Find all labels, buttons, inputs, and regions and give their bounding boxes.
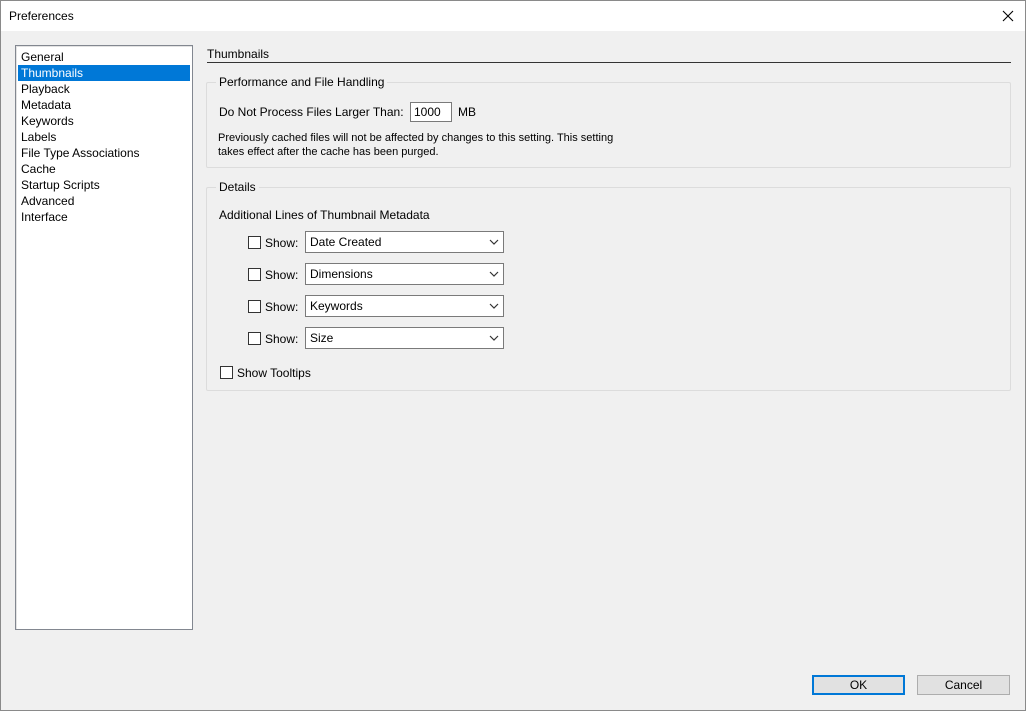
title-bar: Preferences (1, 1, 1025, 31)
sidebar-item-file-type-associations[interactable]: File Type Associations (18, 145, 190, 161)
chevron-down-icon (489, 271, 499, 277)
show-metadata-3-label: Show: (265, 300, 299, 314)
metadata-line-2-select[interactable]: Dimensions (305, 263, 504, 285)
show-metadata-1-label: Show: (265, 236, 299, 250)
ok-button[interactable]: OK (812, 675, 905, 695)
metadata-line-1-value: Date Created (310, 235, 382, 249)
metadata-lines-label: Additional Lines of Thumbnail Metadata (219, 208, 430, 222)
metadata-line-2-value: Dimensions (310, 267, 373, 281)
file-size-unit-label: MB (458, 105, 476, 119)
panel-title: Thumbnails (207, 47, 270, 61)
cache-note-line-1: Previously cached files will not be affe… (218, 132, 614, 144)
sidebar-item-interface[interactable]: Interface (18, 209, 190, 225)
close-button[interactable] (997, 6, 1019, 26)
chevron-down-icon (489, 303, 499, 309)
sidebar-item-startup-scripts[interactable]: Startup Scripts (18, 177, 190, 193)
file-size-limit-input[interactable] (410, 102, 452, 122)
details-group-legend: Details (216, 180, 259, 194)
sidebar-item-general[interactable]: General (18, 49, 190, 65)
show-metadata-3-checkbox[interactable] (248, 300, 261, 313)
cancel-button[interactable]: Cancel (917, 675, 1010, 695)
metadata-line-3-select[interactable]: Keywords (305, 295, 504, 317)
close-icon (1002, 10, 1014, 22)
window-title: Preferences (9, 9, 74, 23)
metadata-line-1-select[interactable]: Date Created (305, 231, 504, 253)
details-group: Details Additional Lines of Thumbnail Me… (206, 180, 1011, 391)
sidebar-item-metadata[interactable]: Metadata (18, 97, 190, 113)
category-list[interactable]: General Thumbnails Playback Metadata Key… (15, 45, 193, 630)
cache-note: Previously cached files will not be affe… (218, 131, 638, 159)
sidebar-item-advanced[interactable]: Advanced (18, 193, 190, 209)
sidebar-item-cache[interactable]: Cache (18, 161, 190, 177)
show-metadata-2-label: Show: (265, 268, 299, 282)
metadata-line-4-value: Size (310, 331, 334, 345)
sidebar-item-labels[interactable]: Labels (18, 129, 190, 145)
sidebar-item-keywords[interactable]: Keywords (18, 113, 190, 129)
chevron-down-icon (489, 335, 499, 341)
sidebar-item-playback[interactable]: Playback (18, 81, 190, 97)
show-metadata-1-checkbox[interactable] (248, 236, 261, 249)
show-metadata-4-label: Show: (265, 332, 299, 346)
file-size-limit-label: Do Not Process Files Larger Than: (219, 105, 404, 119)
show-metadata-2-checkbox[interactable] (248, 268, 261, 281)
sidebar-item-thumbnails[interactable]: Thumbnails (18, 65, 190, 81)
performance-group: Performance and File Handling Do Not Pro… (206, 75, 1011, 168)
metadata-line-3-value: Keywords (310, 299, 363, 313)
metadata-line-4-select[interactable]: Size (305, 327, 504, 349)
cache-note-line-2: takes effect after the cache has been pu… (218, 146, 439, 158)
show-tooltips-label: Show Tooltips (237, 366, 311, 380)
chevron-down-icon (489, 239, 499, 245)
show-tooltips-checkbox[interactable] (220, 366, 233, 379)
preferences-dialog: Preferences General Thumbnails Playback … (0, 0, 1026, 711)
show-metadata-4-checkbox[interactable] (248, 332, 261, 345)
performance-group-legend: Performance and File Handling (216, 75, 388, 89)
panel-title-divider (207, 62, 1011, 63)
